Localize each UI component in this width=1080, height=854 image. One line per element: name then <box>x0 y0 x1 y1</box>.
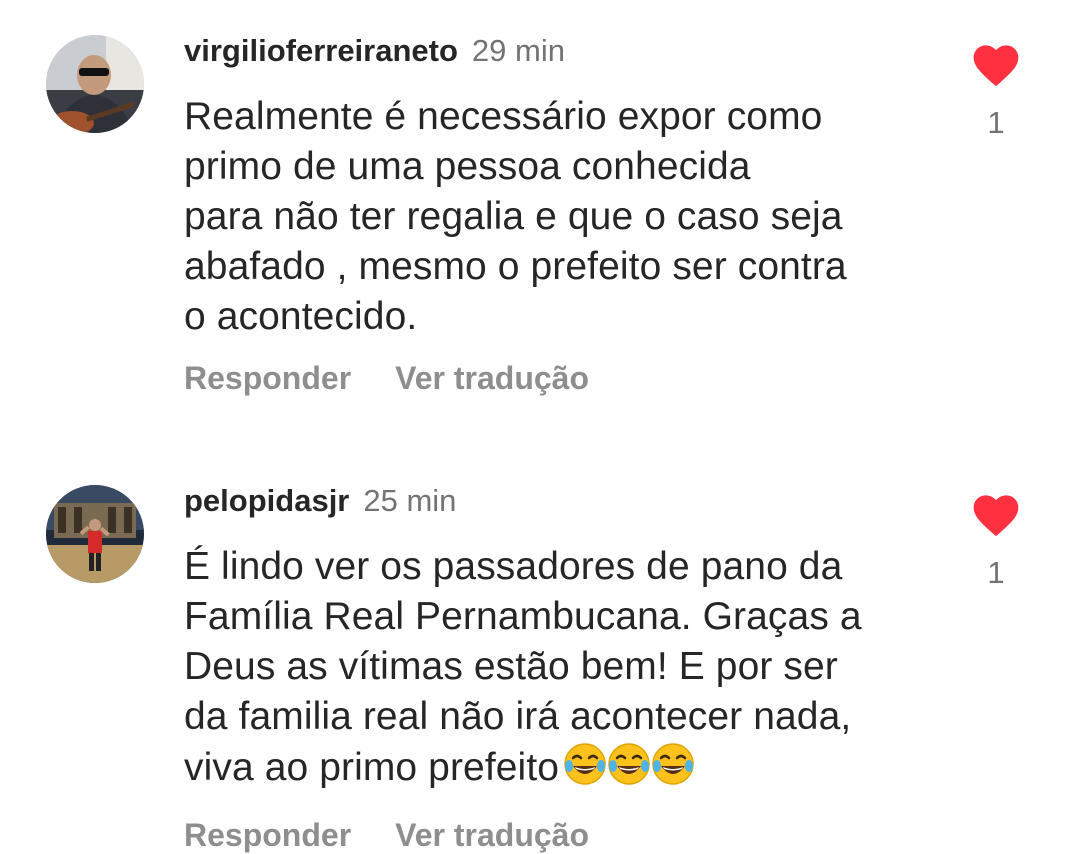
comment-line: viva ao primo prefeito <box>184 742 944 799</box>
comment-line: abafado , mesmo o prefeito ser contra <box>184 245 847 288</box>
reply-button[interactable]: Responder <box>184 360 351 396</box>
comment-line: É lindo ver os passadores de pano da <box>184 545 843 588</box>
like-count: 1 <box>987 555 1005 590</box>
comment-line: Família Real Pernambucana. Graças a <box>184 595 862 638</box>
comment-line: para não ter regalia e que o caso seja <box>184 195 843 238</box>
comment-text: É lindo ver os passadores de pano da Fam… <box>184 542 944 799</box>
comment-timestamp: 25 min <box>363 483 457 518</box>
comment-text: Realmente é necessário expor como primo … <box>184 92 944 342</box>
see-translation-button[interactable]: Ver tradução <box>395 817 589 853</box>
comment-line: o acontecido. <box>184 295 418 338</box>
comment-username[interactable]: pelopidasjr <box>184 483 349 518</box>
comment-line: da familia real não irá acontecer nada, <box>184 695 852 738</box>
comment-line: Deus as vítimas estão bem! E por ser <box>184 645 838 688</box>
avatar[interactable] <box>46 485 144 583</box>
heart-filled-icon[interactable] <box>973 45 1019 87</box>
comment-line: Realmente é necessário expor como <box>184 95 823 138</box>
laughing-emoji-icon <box>652 743 694 785</box>
comment-username[interactable]: virgilioferreiraneto <box>184 33 458 68</box>
comment-line: primo de uma pessoa conhecida <box>184 145 751 188</box>
comment-line-text: viva ao primo prefeito <box>184 746 560 789</box>
avatar[interactable] <box>46 35 144 133</box>
emoji-group <box>563 742 695 799</box>
comment-timestamp: 29 min <box>471 33 565 68</box>
like-count: 1 <box>987 105 1005 140</box>
see-translation-button[interactable]: Ver tradução <box>395 360 589 396</box>
reply-button[interactable]: Responder <box>184 817 351 853</box>
heart-filled-icon[interactable] <box>973 495 1019 537</box>
laughing-emoji-icon <box>608 743 650 785</box>
laughing-emoji-icon <box>564 743 606 785</box>
